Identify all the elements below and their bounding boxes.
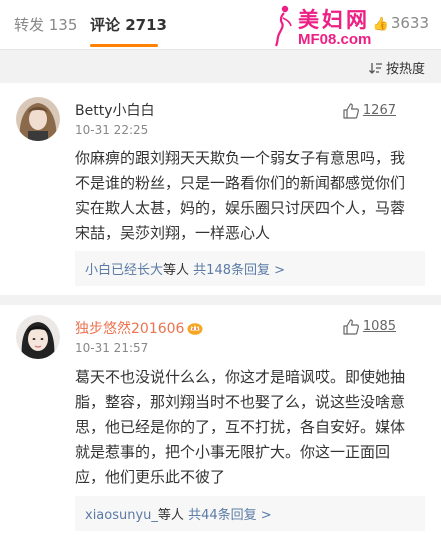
site-watermark: 美妇网 MF08.com: [272, 2, 390, 52]
avatar-image: [16, 97, 60, 141]
reply-username[interactable]: xiaosunyu_: [85, 508, 158, 523]
sort-label: 按热度: [385, 62, 425, 77]
reply-count-link[interactable]: 共148条回复 >: [193, 263, 285, 278]
reply-others: 等人: [163, 263, 190, 278]
comment-username-text: 独步悠然201606: [75, 321, 185, 337]
tab-like-count: 3633: [390, 14, 429, 32]
sort-icon: [369, 63, 382, 74]
comment-line: 实在欺人太甚，妈的，娱乐圈只讨厌四个人，马蓉: [75, 199, 406, 217]
comment-line: 脂，整容，那刘翔当时不也娶了么，说这些没啥意: [75, 393, 406, 411]
reply-username[interactable]: 小白已经长大: [85, 263, 163, 278]
comment-body: 葛天不也没说什么么，你这才是暗讽哎。即使她抽 脂，整容，那刘翔当时不也娶了么，说…: [75, 365, 425, 490]
comment-item: 独步悠然201606 10-31 21:57 1085 葛天不也没说什么么，你这…: [0, 295, 441, 550]
sort-bar: 按热度: [0, 50, 441, 83]
comment-username[interactable]: Betty小白白: [75, 100, 154, 120]
watermark-url: MF08.com: [298, 31, 372, 48]
active-tab-indicator: [90, 44, 158, 47]
like-count[interactable]: 1085: [363, 319, 396, 334]
watermark-name: 美妇网: [298, 7, 370, 32]
tab-comment[interactable]: 评论 2713: [90, 14, 167, 35]
comment-line: 不是谁的粉丝，只是一路看你们的新闻都感觉你们: [75, 174, 406, 192]
avatar-image: [16, 315, 60, 359]
comment-line: 思，他已经是你的了，互不打扰，各自安好。媒体: [75, 418, 406, 436]
comment-time: 10-31 22:25: [75, 123, 149, 137]
comment-line: 应，他们更乐此不彼了: [75, 468, 226, 486]
reply-others: 等人: [157, 508, 184, 523]
woman-silhouette-logo-icon: [274, 5, 292, 47]
comment-time: 10-31 21:57: [75, 341, 149, 355]
comment-item: Betty小白白 10-31 22:25 1267 你麻痹的跟刘翔天天欺负一个弱…: [0, 83, 441, 295]
like-thumb-icon[interactable]: [342, 102, 360, 120]
like-count[interactable]: 1267: [363, 103, 396, 118]
like-thumb-icon[interactable]: [342, 318, 360, 336]
comment-username[interactable]: 独步悠然201606: [75, 318, 203, 338]
comment-line: 葛天不也没说什么么，你这才是暗讽哎。即使她抽: [75, 368, 406, 386]
sort-button[interactable]: 按热度: [369, 58, 425, 77]
comment-body: 你麻痹的跟刘翔天天欺负一个弱女子有意思吗，我 不是谁的粉丝，只是一路看你们的新闻…: [75, 146, 425, 246]
comment-line: 你麻痹的跟刘翔天天欺负一个弱女子有意思吗，我: [75, 149, 406, 167]
avatar[interactable]: [16, 97, 60, 141]
tab-repost[interactable]: 转发 135: [14, 14, 77, 35]
avatar[interactable]: [16, 315, 60, 359]
comment-line: 宋喆，吴莎刘翔，一样恶心人: [75, 224, 271, 242]
reply-count-link[interactable]: 共44条回复 >: [188, 508, 272, 523]
vip-crown-icon: [187, 323, 203, 335]
replies-summary[interactable]: 小白已经长大等人 共148条回复 >: [75, 251, 425, 286]
replies-summary[interactable]: xiaosunyu_等人 共44条回复 >: [75, 496, 425, 531]
comment-line: 就是惹事的，把个小事无限扩大。你这一正面回: [75, 443, 391, 461]
